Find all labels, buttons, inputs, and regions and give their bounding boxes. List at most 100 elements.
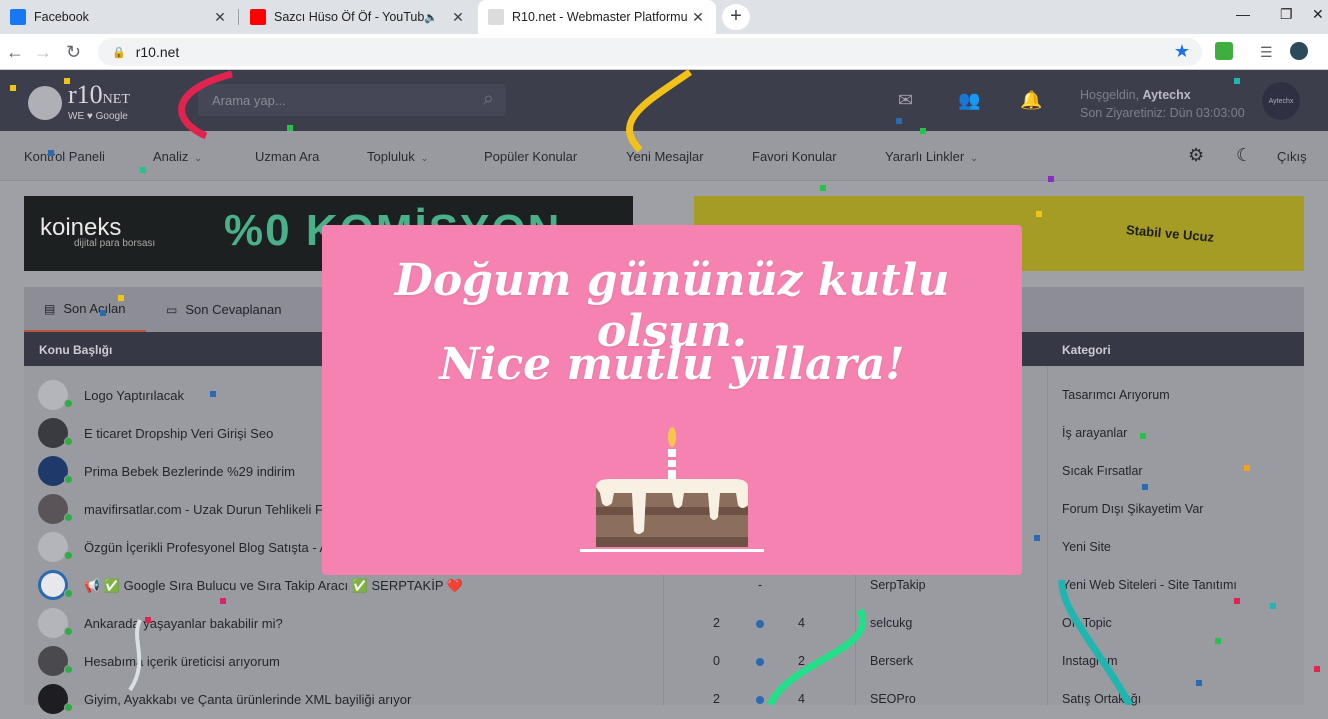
last-visit: Son Ziyaretiniz: Dün 03:03:00 — [1080, 106, 1245, 120]
birthday-modal[interactable]: Doğum gününüz kutlu olsun. Nice mutlu yı… — [322, 225, 1022, 575]
row-category[interactable]: Instagram — [1062, 654, 1118, 668]
menu-label: Favori Konular — [752, 149, 837, 164]
birthday-line-2: Nice mutlu yıllara! — [439, 339, 905, 390]
search-placeholder: Arama yap... — [212, 92, 286, 108]
confetti — [896, 118, 902, 124]
restore-icon[interactable]: ❐ — [1280, 6, 1293, 23]
tab-son-cevaplanan[interactable]: ▭ Son Cevaplanan — [166, 287, 306, 332]
forward-icon[interactable]: → — [34, 42, 52, 63]
welcome-block: Hoşgeldin, Aytechx Son Ziyaretiniz: Dün … — [1080, 86, 1245, 122]
youtube-icon — [250, 9, 266, 25]
extension-icon[interactable] — [1215, 42, 1233, 60]
table-row[interactable]: Hesabıma içerik üreticisi arıyorum 0 2 Bers… — [24, 643, 1304, 681]
row-views: 4 — [798, 616, 805, 630]
close-icon[interactable]: ✕ — [690, 9, 706, 26]
row-title[interactable]: Prima Bebek Bezlerinde %29 indirim — [84, 464, 295, 479]
row-category[interactable]: Sıcak Fırsatlar — [1062, 464, 1143, 478]
reply-dot-icon — [756, 696, 764, 704]
bookmark-star-icon[interactable]: ★ — [1174, 41, 1190, 62]
reload-icon[interactable]: ↻ — [66, 42, 81, 63]
logo-net-text: NET — [102, 92, 130, 107]
row-title[interactable]: Özgün İçerikli Profesyonel Blog Satışta … — [84, 540, 328, 555]
confetti — [1244, 465, 1250, 471]
row-user[interactable]: Berserk — [870, 654, 913, 668]
logo-tagline: WE ♥ Google — [68, 111, 128, 122]
new-tab-button[interactable]: + — [722, 4, 750, 30]
row-user[interactable]: SEOPro — [870, 692, 916, 706]
menu-item-yararli-linkler[interactable]: Yararlı Linkler ⌄ — [885, 149, 978, 164]
url-field[interactable]: 🔒 r10.net ★ — [98, 38, 1202, 66]
confetti — [1196, 680, 1202, 686]
menu-item-yeni-mesajlar[interactable]: Yeni Mesajlar — [626, 149, 704, 164]
close-icon[interactable]: ✕ — [450, 9, 466, 26]
row-views: 4 — [798, 692, 805, 706]
menu-label: Topluluk — [367, 149, 415, 164]
row-views: - — [758, 578, 763, 592]
bell-icon[interactable]: 🔔 — [1020, 90, 1042, 111]
welcome-prefix: Hoşgeldin, — [1080, 88, 1143, 102]
confetti — [10, 85, 16, 91]
mail-icon[interactable]: ✉ — [898, 90, 913, 111]
row-title[interactable]: mavifirsatlar.com - Uzak Durun Tehlikeli… — [84, 502, 323, 517]
reply-dot-icon — [756, 620, 764, 628]
row-title[interactable]: Ankarada yaşayanlar bakabilir mi? — [84, 616, 283, 631]
close-window-icon[interactable]: ✕ — [1312, 6, 1324, 23]
confetti — [1142, 484, 1148, 490]
search-input[interactable]: Arama yap... ⌕ — [198, 84, 506, 116]
facebook-icon — [10, 9, 26, 25]
row-views: 2 — [798, 654, 805, 668]
tab-youtube[interactable]: Sazcı Hüso Öf Öf - YouTube 🔈 ✕ — [240, 0, 476, 34]
confetti — [48, 150, 54, 156]
menu-item-topluluk[interactable]: Topluluk ⌄ — [367, 149, 428, 164]
row-category[interactable]: Forum Dışı Şikayetim Var — [1062, 502, 1203, 516]
tab-r10[interactable]: R10.net - Webmaster Platformu ✕ — [478, 0, 716, 34]
media-icon[interactable]: ☰ — [1260, 44, 1273, 61]
site-header: r10NET WE ♥ Google Arama yap... ⌕ ✉ 👥 🔔 … — [0, 70, 1328, 131]
back-icon[interactable]: ← — [6, 42, 24, 63]
confetti — [118, 295, 124, 301]
menu-item-favori-konular[interactable]: Favori Konular — [752, 149, 837, 164]
row-user[interactable]: SerpTakip — [870, 578, 926, 592]
confetti — [1234, 598, 1240, 604]
menu-item-uzman-ara[interactable]: Uzman Ara — [255, 149, 319, 164]
row-category[interactable]: İş arayanlar — [1062, 426, 1127, 440]
minimize-icon[interactable]: — — [1236, 6, 1250, 22]
tab-label: Son Cevaplanan — [185, 302, 282, 317]
row-category[interactable]: Satış Ortaklığı — [1062, 692, 1141, 706]
row-user[interactable]: selcukg — [870, 616, 912, 630]
tab-separator — [238, 9, 239, 25]
tab-son-acilan[interactable]: ▤ Son Açılan — [24, 287, 146, 332]
site-logo[interactable]: r10NET WE ♥ Google — [28, 82, 130, 122]
table-row[interactable]: Giyim, Ayakkabı ve Çanta ürünlerinde XML… — [24, 681, 1304, 719]
menu-item-analiz[interactable]: Analiz ⌄ — [153, 149, 202, 164]
online-status-icon — [64, 475, 73, 484]
confetti — [210, 391, 216, 397]
avatar[interactable]: Aytechx — [1262, 82, 1300, 120]
url-text: r10.net — [135, 44, 180, 60]
row-category[interactable]: Tasarımcı Arıyorum — [1062, 388, 1170, 402]
table-row[interactable]: Ankarada yaşayanlar bakabilir mi? 2 4 selcu… — [24, 605, 1304, 643]
menu-item-kontrol-paneli[interactable]: Kontrol Paneli — [24, 149, 105, 164]
row-title[interactable]: Logo Yaptırılacak — [84, 388, 184, 403]
online-status-icon — [64, 551, 73, 560]
dark-mode-moon-icon[interactable]: ☾ — [1236, 145, 1252, 166]
row-title[interactable]: Hesabıma içerik üreticisi arıyorum — [84, 654, 280, 669]
banner-right-text: Stabil ve Ucuz — [1125, 222, 1215, 245]
close-icon[interactable]: ✕ — [212, 9, 228, 26]
row-category[interactable]: Yeni Web Siteleri - Site Tanıtımı — [1062, 578, 1237, 592]
speaker-icon[interactable]: 🔈 — [424, 11, 438, 24]
row-category[interactable]: Yeni Site — [1062, 540, 1111, 554]
logout-link[interactable]: Çıkış — [1277, 149, 1307, 164]
row-category[interactable]: Off-Topic — [1062, 616, 1112, 630]
username[interactable]: Aytechx — [1143, 88, 1191, 102]
menu-item-populer-konular[interactable]: Popüler Konular — [484, 149, 577, 164]
profile-icon[interactable] — [1290, 42, 1308, 60]
row-title[interactable]: E ticaret Dropship Veri Girişi Seo — [84, 426, 273, 441]
confetti — [1048, 176, 1054, 182]
users-icon[interactable]: 👥 — [958, 90, 980, 111]
tab-facebook[interactable]: Facebook ✕ — [0, 0, 238, 34]
birthday-cake-icon — [580, 427, 764, 552]
settings-gear-icon[interactable]: ⚙ — [1188, 145, 1204, 166]
search-icon[interactable]: ⌕ — [483, 88, 494, 111]
row-title[interactable]: 📢 ✅ Google Sıra Bulucu ve Sıra Takip Ara… — [84, 578, 463, 594]
